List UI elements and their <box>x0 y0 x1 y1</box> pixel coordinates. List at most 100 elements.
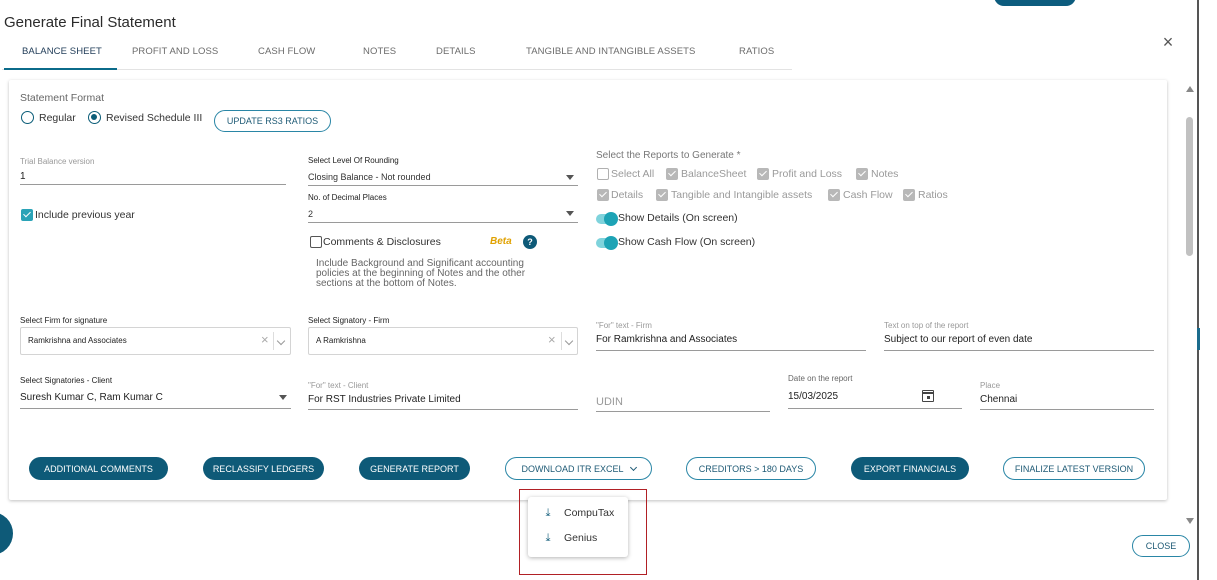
report-details-label: Details <box>611 189 644 201</box>
radio-regular[interactable] <box>21 111 34 124</box>
report-profit-loss-label: Profit and Loss <box>772 168 843 180</box>
include-prev-year-label: Include previous year <box>35 209 135 221</box>
place-underline <box>980 409 1154 410</box>
rounding-caret-icon[interactable] <box>566 175 574 180</box>
signatories-caret-icon[interactable] <box>279 395 287 400</box>
tab-profit-and-loss[interactable]: PROFIT AND LOSS <box>132 46 218 57</box>
update-rs3-ratios-button[interactable]: UPDATE RS3 RATIOS <box>214 110 331 132</box>
comments-desc-line: sections at the bottom of Notes. <box>316 278 457 289</box>
report-tangible-checkbox[interactable] <box>656 189 668 201</box>
for-text-firm-underline <box>596 350 866 351</box>
download-itr-excel-button[interactable]: DOWNLOAD ITR EXCEL <box>505 457 652 480</box>
for-text-firm-input[interactable]: For Ramkrishna and Associates <box>596 334 737 345</box>
active-tab-indicator <box>4 68 117 70</box>
clear-icon[interactable]: × <box>548 332 556 347</box>
decimals-select[interactable]: 2 <box>308 209 313 219</box>
report-details-checkbox[interactable] <box>597 189 609 201</box>
scroll-up-arrow-icon[interactable] <box>1186 86 1194 92</box>
generate-report-button[interactable]: GENERATE REPORT <box>359 457 470 480</box>
report-select-all-checkbox[interactable] <box>597 168 609 180</box>
show-details-label: Show Details (On screen) <box>618 212 738 224</box>
close-icon[interactable]: × <box>1160 32 1176 53</box>
trial-balance-label: Trial Balance version <box>20 157 95 166</box>
export-financials-button[interactable]: EXPORT FINANCIALS <box>851 457 969 480</box>
report-cash-flow-checkbox[interactable] <box>828 189 840 201</box>
include-prev-year-checkbox[interactable] <box>21 209 33 221</box>
for-text-client-underline <box>308 409 578 410</box>
reclassify-ledgers-button[interactable]: RECLASSIFY LEDGERS <box>203 457 324 480</box>
download-itr-label: DOWNLOAD ITR EXCEL <box>521 463 624 474</box>
trial-balance-value[interactable]: 1 <box>20 171 26 182</box>
udin-input[interactable]: UDIN <box>596 396 623 408</box>
text-on-top-input[interactable]: Subject to our report of even date <box>884 334 1032 345</box>
for-text-client-input[interactable]: For RST Industries Private Limited <box>308 394 461 405</box>
comments-disclosures-checkbox[interactable] <box>310 236 322 248</box>
scroll-down-arrow-icon[interactable] <box>1186 518 1194 524</box>
report-ratios-checkbox[interactable] <box>903 189 915 201</box>
help-icon[interactable]: ? <box>523 235 537 249</box>
chevron-down-icon <box>629 463 637 471</box>
tab-ratios[interactable]: RATIOS <box>739 46 774 57</box>
scrollbar-thumb[interactable] <box>1186 117 1193 256</box>
report-balancesheet-label: BalanceSheet <box>681 168 747 180</box>
place-label: Place <box>980 381 1001 390</box>
rounding-underline <box>308 185 578 186</box>
additional-comments-button[interactable]: ADDITIONAL COMMENTS <box>29 457 168 480</box>
tab-notes[interactable]: NOTES <box>363 46 396 57</box>
place-input[interactable]: Chennai <box>980 394 1017 405</box>
report-balancesheet-checkbox[interactable] <box>666 168 678 180</box>
floating-action-button[interactable] <box>0 512 13 555</box>
radio-revised-schedule[interactable] <box>88 111 101 124</box>
for-text-firm-label: "For" text - Firm <box>596 321 652 330</box>
tab-details[interactable]: DETAILS <box>436 46 476 57</box>
report-notes-checkbox[interactable] <box>856 168 868 180</box>
report-ratios-label: Ratios <box>918 189 948 201</box>
calendar-icon[interactable] <box>922 390 934 402</box>
report-tangible-label: Tangible and Intangible assets <box>671 189 813 201</box>
tab-bar: BALANCE SHEET PROFIT AND LOSS CASH FLOW … <box>2 40 792 70</box>
window-edge <box>1197 0 1199 580</box>
report-select-all-label: Select All <box>611 168 655 180</box>
creditors-180-days-button[interactable]: CREDITORS > 180 DAYS <box>686 457 816 480</box>
show-details-toggle[interactable] <box>596 212 618 226</box>
tab-tangible-intangible[interactable]: TANGIBLE AND INTANGIBLE ASSETS <box>526 46 695 57</box>
report-cash-flow-label: Cash Flow <box>843 189 893 201</box>
statement-format-label: Statement Format <box>20 92 105 104</box>
decimals-label: No. of Decimal Places <box>308 193 387 202</box>
select-divider <box>273 332 274 350</box>
radio-regular-label: Regular <box>39 112 76 124</box>
beta-badge: Beta <box>490 236 512 247</box>
report-date-underline <box>788 408 962 409</box>
dialog-title: Generate Final Statement <box>4 14 176 31</box>
finalize-latest-version-button[interactable]: FINALIZE LATEST VERSION <box>1003 457 1145 480</box>
show-cash-flow-toggle[interactable] <box>596 236 618 250</box>
decimals-caret-icon[interactable] <box>566 211 574 216</box>
text-on-top-label: Text on top of the report <box>884 321 969 330</box>
form-card <box>9 80 1167 500</box>
decimals-underline <box>308 222 578 223</box>
show-cash-flow-label: Show Cash Flow (On screen) <box>618 236 756 248</box>
signatories-client-select[interactable]: Suresh Kumar C, Ram Kumar C <box>20 392 163 403</box>
comments-description: Include Background and Significant accou… <box>316 259 525 289</box>
radio-revised-schedule-label: Revised Schedule III <box>106 112 203 124</box>
report-notes-label: Notes <box>871 168 899 180</box>
tab-cash-flow[interactable]: CASH FLOW <box>258 46 315 57</box>
reports-label: Select the Reports to Generate * <box>596 150 741 161</box>
signatories-client-underline <box>20 408 291 409</box>
select-divider <box>561 332 562 350</box>
comments-disclosures-label: Comments & Disclosures <box>323 236 441 248</box>
close-button[interactable]: CLOSE <box>1132 535 1190 557</box>
signatory-firm-label: Select Signatory - Firm <box>308 316 390 325</box>
firm-signature-value: Ramkrishna and Associates <box>28 336 127 345</box>
top-pill-button[interactable] <box>994 0 1076 6</box>
clear-icon[interactable]: × <box>261 332 269 347</box>
signatory-firm-value: A Ramkrishna <box>316 336 366 345</box>
rounding-select[interactable]: Closing Balance - Not rounded <box>308 172 431 182</box>
highlight-box <box>519 489 647 575</box>
report-profit-loss-checkbox[interactable] <box>757 168 769 180</box>
report-date-label: Date on the report <box>788 374 853 383</box>
trial-balance-underline <box>20 184 286 185</box>
side-tab-marker <box>1197 328 1200 350</box>
report-date-input[interactable]: 15/03/2025 <box>788 391 838 402</box>
tab-balance-sheet[interactable]: BALANCE SHEET <box>22 46 102 57</box>
